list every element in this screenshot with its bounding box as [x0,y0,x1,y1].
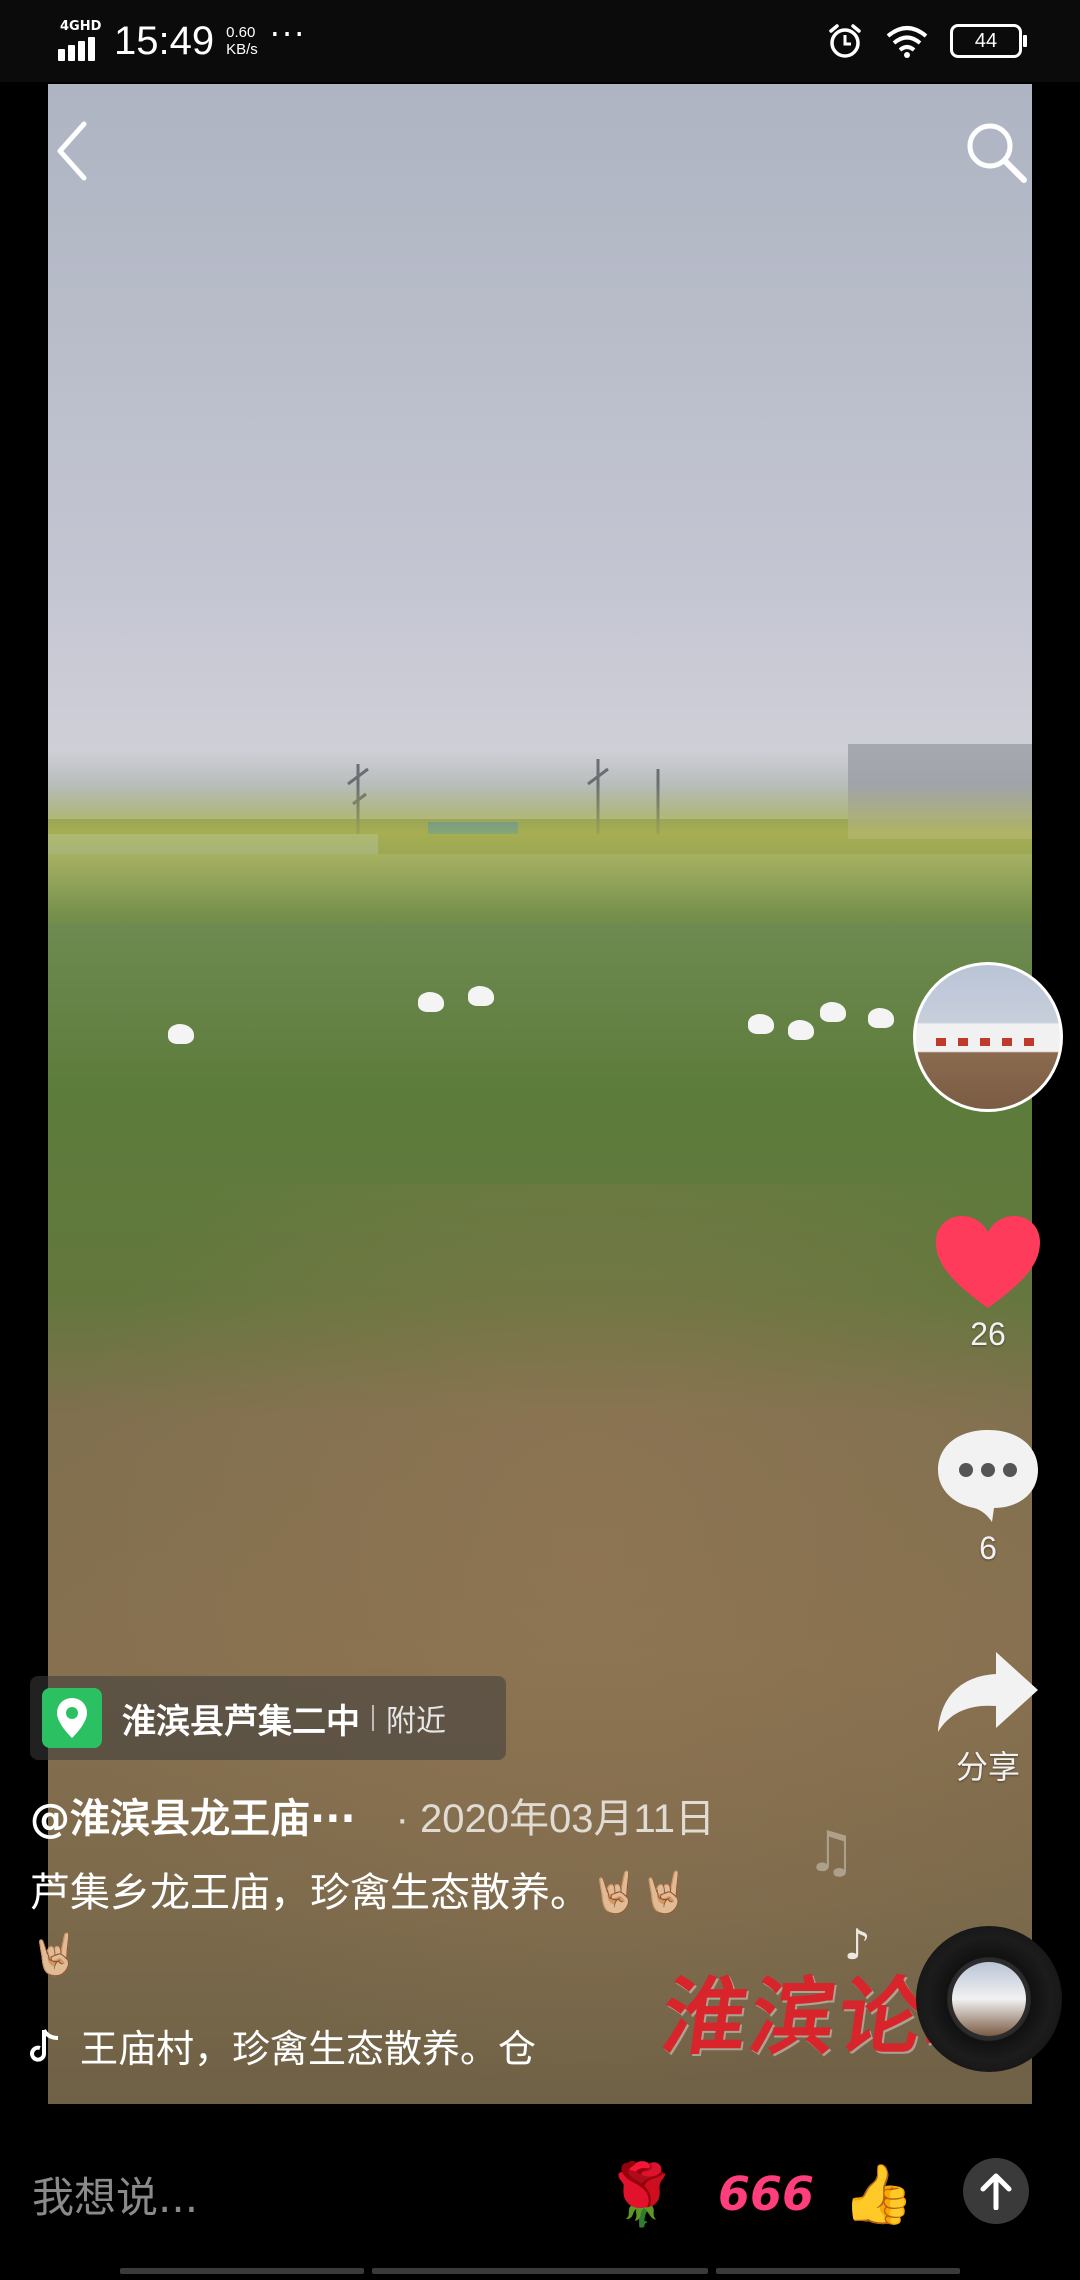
wifi-icon [886,26,928,58]
bird [468,986,494,1006]
bird [748,1014,774,1034]
music-note-icon [30,2028,59,2062]
thumbs-up-emoji-button[interactable]: 👍 [842,2124,914,2264]
rose-emoji-button[interactable]: 🌹 [604,2124,679,2264]
music-disc[interactable] [916,1926,1062,2072]
heart-icon [936,1216,1040,1308]
comment-bubble-icon [938,1430,1038,1522]
comment-input[interactable]: 我想说... [32,2164,592,2225]
author-avatar[interactable] [913,962,1063,1112]
location-tag[interactable]: 淮滨县芦集二中 附近 [30,1676,506,1760]
like-button[interactable]: 26 [920,1212,1056,1353]
comment-button[interactable]: 6 [920,1426,1056,1567]
bird [868,1008,894,1028]
bird [788,1020,814,1040]
comment-bar: 我想说... [0,2124,1080,2264]
post-date: · 2020年03月11日 [395,1797,716,1841]
more-notifications-icon: ··· [269,15,307,53]
search-icon[interactable] [962,118,1030,186]
author-row: @淮滨县龙王庙··· · 2020年03月11日 [30,1786,715,1844]
666-emoji-button[interactable]: 666 [718,2124,814,2264]
network-type: 4GHD [60,19,102,34]
nav-indicator [372,2268,708,2274]
clock: 15:49 [114,18,215,63]
back-chevron-icon[interactable] [48,118,98,184]
battery-icon: 44 [950,24,1027,58]
share-arrow-icon [938,1652,1038,1732]
signal-icon: 4GHD [58,19,102,61]
music-title: 王庙村，珍禽生态散养。仓 [80,2027,537,2071]
battery-level: 44 [974,29,998,52]
alarm-icon [829,24,861,58]
music-note-icon: ♫ [806,1820,857,1885]
nav-indicator [120,2268,364,2274]
bird [418,992,444,1012]
author-name[interactable]: @淮滨县龙王庙··· [30,1786,356,1844]
divider [372,1705,374,1731]
bird [820,1002,846,1022]
share-button[interactable]: 分享 [920,1648,1056,1788]
music-info[interactable]: 王庙村，珍禽生态散养。仓 [30,2018,536,2073]
like-count: 26 [970,1316,1006,1352]
status-bar: 4GHD 15:49 0.60 KB/s ··· 44 [0,0,1080,82]
network-speed: 0.60 KB/s [226,24,258,58]
nav-indicator [716,2268,960,2274]
send-button[interactable] [963,2158,1029,2224]
location-nearby: 附近 [386,1704,446,1739]
arrow-up-icon [980,2173,1012,2210]
comment-count: 6 [979,1530,997,1566]
rapeseed-flowers [48,784,1032,924]
bird [168,1024,194,1044]
music-note-icon: ♪ [844,1920,871,1969]
location-name: 淮滨县芦集二中 [122,1701,360,1742]
share-label: 分享 [955,1749,1020,1785]
location-pin-icon [42,1688,102,1748]
